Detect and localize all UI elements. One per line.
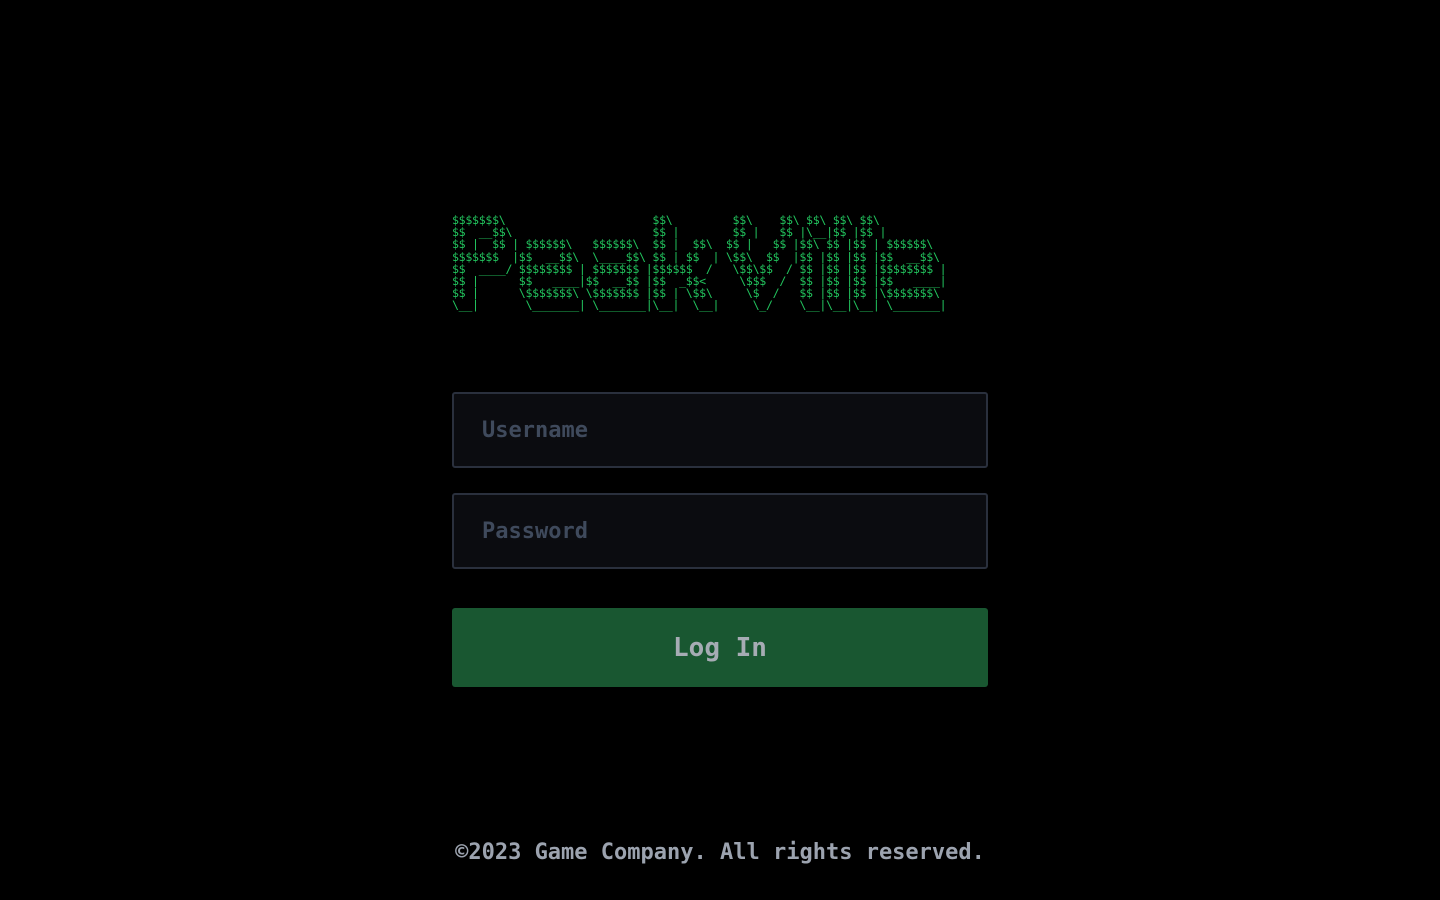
username-field[interactable] xyxy=(452,392,988,468)
password-field[interactable] xyxy=(452,493,988,569)
login-button[interactable]: Log In xyxy=(452,608,988,687)
peakville-ascii-logo: $$$$$$$\ $$\ $$\ $$\ $$\ $$\ $$\ $$ __$$… xyxy=(452,214,947,313)
copyright-footer: ©2023 Game Company. All rights reserved. xyxy=(455,840,985,865)
